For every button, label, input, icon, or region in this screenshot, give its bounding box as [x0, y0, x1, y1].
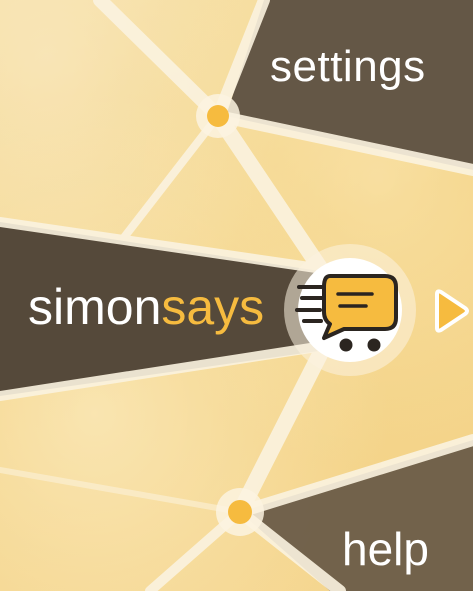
settings-label: settings [270, 42, 426, 91]
next-button[interactable] [428, 284, 473, 340]
help-label: help [342, 523, 429, 575]
graph-node-top [196, 94, 240, 138]
app-title-part1: simon [28, 279, 162, 335]
app-title-part2: says [161, 279, 265, 335]
graph-node-bottom [216, 488, 264, 536]
menu-screen: settings simonsays help [0, 0, 473, 591]
app-title: simonsays [28, 278, 264, 336]
